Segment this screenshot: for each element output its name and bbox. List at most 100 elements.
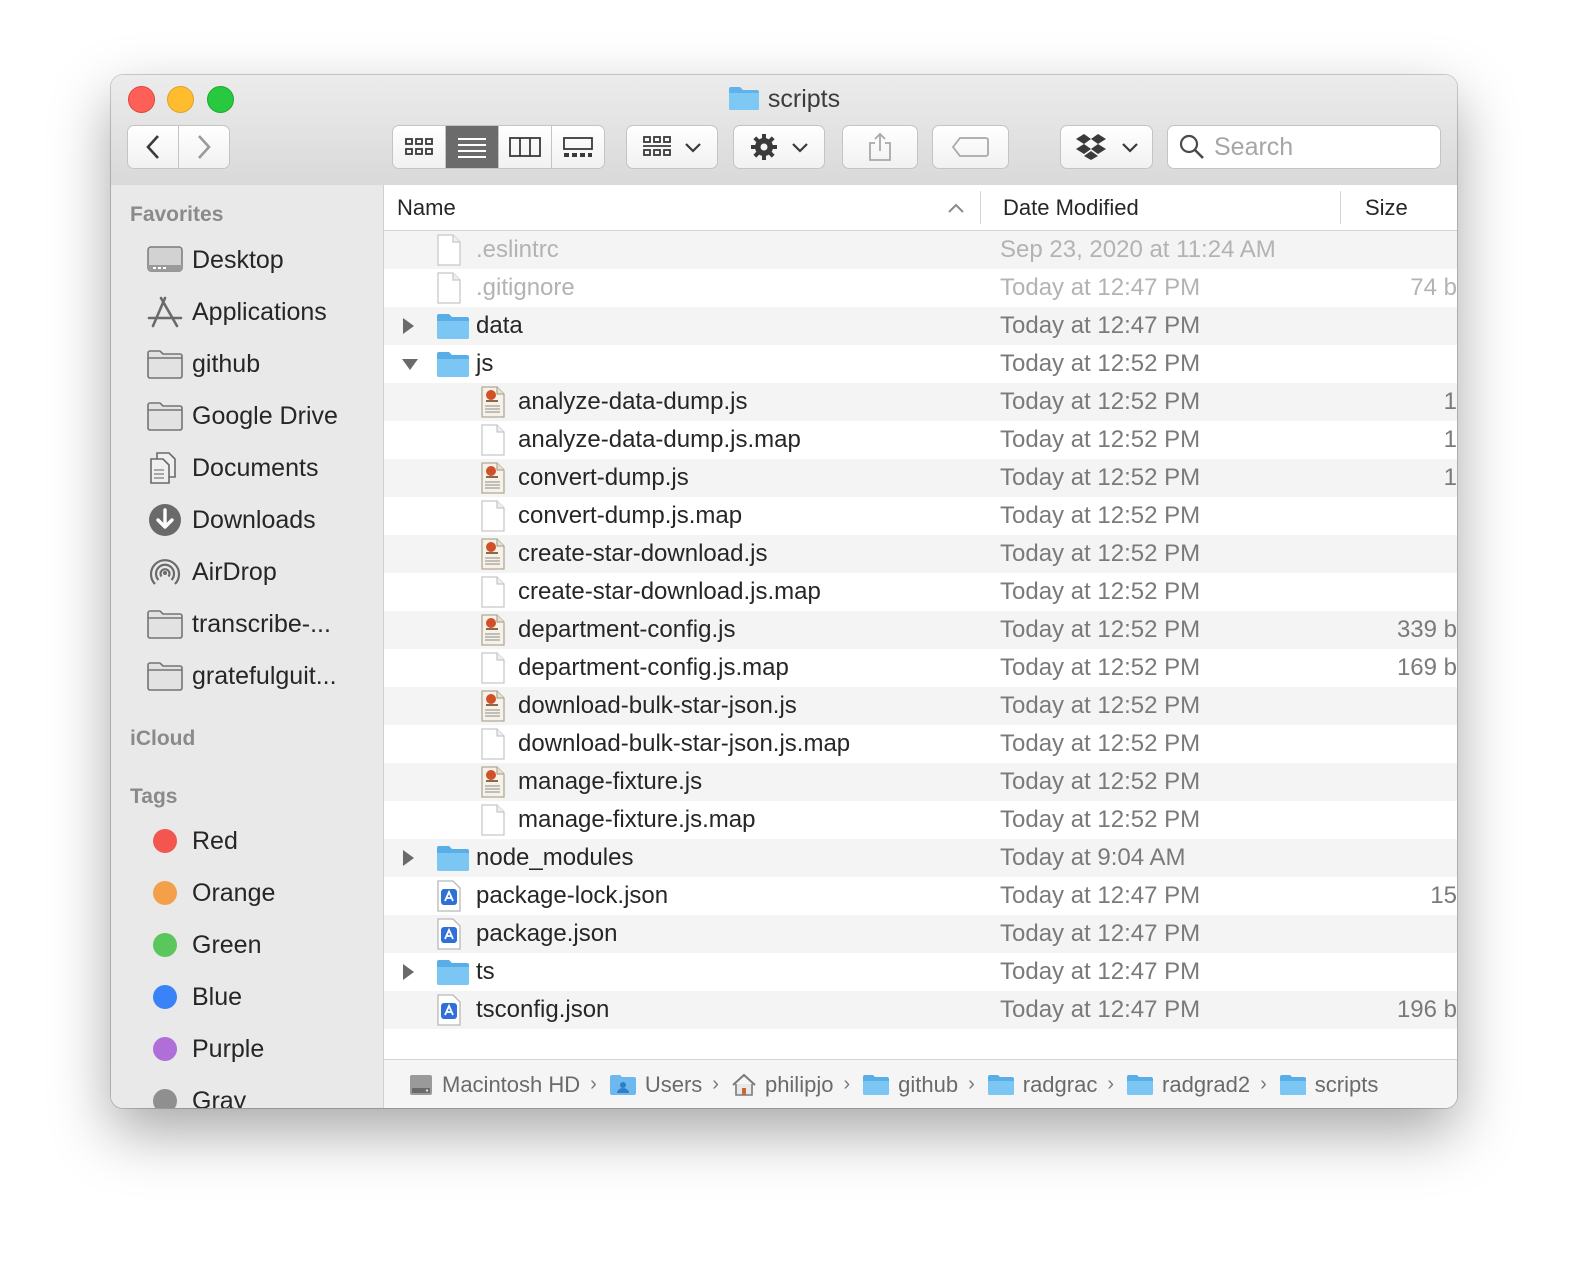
file-name: manage-fixture.js.map: [518, 806, 756, 833]
file-name: .eslintrc: [476, 236, 559, 263]
chevron-down-icon: [685, 143, 701, 153]
chevron-left-icon: [146, 135, 159, 159]
tags-button[interactable]: [932, 125, 1009, 169]
date-modified: Today at 12:52 PM: [1000, 806, 1201, 833]
breadcrumb-item[interactable]: radgrad2 ›: [1126, 1072, 1279, 1098]
date-modified: Today at 12:52 PM: [1000, 350, 1201, 377]
file-row[interactable]: .eslintrc Sep 23, 2020 at 11:24 AM: [384, 231, 1457, 269]
column-divider[interactable]: [1340, 191, 1341, 224]
date-modified: Today at 12:52 PM: [1000, 388, 1201, 415]
folder-row[interactable]: js Today at 12:52 PM: [384, 345, 1457, 383]
document-icon: [480, 576, 506, 608]
date-modified: Today at 12:52 PM: [1000, 578, 1201, 605]
sidebar-tag-blue[interactable]: Blue: [147, 977, 377, 1017]
breadcrumb-item[interactable]: github ›: [862, 1072, 987, 1098]
tag-dot-icon: [153, 1037, 177, 1061]
search-input[interactable]: [1212, 131, 1436, 163]
folder-icon: [147, 347, 185, 381]
group-by-button[interactable]: [626, 125, 718, 169]
file-row[interactable]: tsconfig.json Today at 12:47 PM 196 b: [384, 991, 1457, 1029]
file-row[interactable]: download-bulk-star-json.js Today at 12:52…: [384, 687, 1457, 725]
file-row[interactable]: .gitignore Today at 12:47 PM 74 b: [384, 269, 1457, 307]
file-row[interactable]: department-config.js.map Today at 12:52 P…: [384, 649, 1457, 687]
desktop-icon: [147, 243, 185, 277]
gallery-view-button[interactable]: [552, 126, 604, 168]
breadcrumb-label: scripts: [1314, 1071, 1379, 1097]
icon-view-button[interactable]: [393, 126, 446, 168]
chevron-right-icon: ›: [590, 1073, 597, 1095]
disclosure-collapsed-icon[interactable]: [401, 839, 415, 877]
column-view-button[interactable]: [499, 126, 552, 168]
sidebar-item-documents[interactable]: Documents: [147, 448, 377, 488]
sidebar-item-google-drive[interactable]: Google Drive: [147, 396, 377, 436]
file-row[interactable]: create-star-download.js.map Today at 12:5…: [384, 573, 1457, 611]
breadcrumb-label: radgrad2: [1162, 1071, 1251, 1097]
columns-icon: [509, 137, 541, 157]
sidebar-tag-purple[interactable]: Purple: [147, 1029, 377, 1069]
javascript-file-icon: [480, 386, 506, 418]
forward-button[interactable]: [179, 126, 229, 168]
list-view-button[interactable]: [446, 126, 499, 168]
file-row[interactable]: convert-dump.js.map Today at 12:52 PM: [384, 497, 1457, 535]
folder-row[interactable]: node_modules Today at 9:04 AM: [384, 839, 1457, 877]
breadcrumb-item[interactable]: scripts: [1279, 1071, 1379, 1098]
column-divider[interactable]: [980, 191, 981, 224]
breadcrumb-item[interactable]: Users ›: [609, 1072, 731, 1098]
file-row[interactable]: package-lock.json Today at 12:47 PM 15: [384, 877, 1457, 915]
disclosure-collapsed-icon[interactable]: [401, 307, 415, 345]
back-button[interactable]: [128, 126, 179, 168]
sidebar-item-transcribe[interactable]: transcribe-...: [147, 604, 377, 644]
file-row[interactable]: analyze-data-dump.js Today at 12:52 PM 1: [384, 383, 1457, 421]
sidebar-tag-red[interactable]: Red: [147, 821, 377, 861]
file-name: download-bulk-star-json.js.map: [518, 730, 851, 757]
share-button[interactable]: [842, 125, 918, 169]
sidebar-item-downloads[interactable]: Downloads: [147, 500, 377, 540]
disclosure-collapsed-icon[interactable]: [401, 953, 415, 991]
file-row[interactable]: convert-dump.js Today at 12:52 PM 1: [384, 459, 1457, 497]
size-column-header[interactable]: Size: [1365, 185, 1408, 230]
folder-icon: [436, 311, 470, 341]
sidebar-item-desktop[interactable]: Desktop: [147, 240, 377, 280]
file-size: 15: [1430, 882, 1457, 909]
chevron-right-icon: [198, 135, 211, 159]
file-row[interactable]: download-bulk-star-json.js.map Today at 1…: [384, 725, 1457, 763]
file-row[interactable]: package.json Today at 12:47 PM: [384, 915, 1457, 953]
breadcrumb-item[interactable]: Macintosh HD ›: [408, 1072, 609, 1098]
documents-icon: [147, 451, 185, 485]
tag-dot-icon: [153, 985, 177, 1009]
sidebar-item-airdrop[interactable]: AirDrop: [147, 552, 377, 592]
date-modified: Today at 12:52 PM: [1000, 654, 1201, 681]
file-size: 196 b: [1396, 996, 1457, 1023]
dropbox-button[interactable]: [1060, 125, 1153, 169]
chevron-right-icon: ›: [968, 1073, 975, 1095]
sidebar-tag-orange[interactable]: Orange: [147, 873, 377, 913]
document-icon: [480, 424, 506, 456]
icloud-header[interactable]: iCloud: [130, 727, 195, 751]
sidebar-item-applications[interactable]: Applications: [147, 292, 377, 332]
sidebar-tag-green[interactable]: Green: [147, 925, 377, 965]
action-menu-button[interactable]: [733, 125, 825, 169]
file-row[interactable]: department-config.js Today at 12:52 PM 339…: [384, 611, 1457, 649]
date-modified: Today at 12:47 PM: [1000, 996, 1201, 1023]
search-field[interactable]: [1167, 125, 1441, 169]
date-column-header[interactable]: Date Modified: [1003, 185, 1139, 230]
sidebar-item-github[interactable]: github: [147, 344, 377, 384]
date-modified: Today at 12:52 PM: [1000, 540, 1201, 567]
breadcrumb-item[interactable]: philipjo ›: [731, 1072, 862, 1098]
file-row[interactable]: create-star-download.js Today at 12:52 PM: [384, 535, 1457, 573]
document-icon: [480, 804, 506, 836]
sidebar-item-gratefulguit[interactable]: gratefulguit...: [147, 656, 377, 696]
name-column-header[interactable]: Name: [397, 185, 456, 230]
folder-row[interactable]: data Today at 12:47 PM: [384, 307, 1457, 345]
folder-row[interactable]: ts Today at 12:47 PM: [384, 953, 1457, 991]
file-row[interactable]: manage-fixture.js Today at 12:52 PM: [384, 763, 1457, 801]
titlebar: scripts: [111, 75, 1457, 186]
file-row[interactable]: analyze-data-dump.js.map Today at 12:52 P…: [384, 421, 1457, 459]
breadcrumb-item[interactable]: radgrac ›: [987, 1072, 1126, 1098]
breadcrumb-label: github: [898, 1071, 959, 1097]
file-name: node_modules: [476, 844, 634, 871]
file-row[interactable]: manage-fixture.js.map Today at 12:52 PM: [384, 801, 1457, 839]
disclosure-expanded-icon[interactable]: [401, 345, 419, 383]
sidebar-tag-gray[interactable]: Gray: [147, 1081, 377, 1108]
tags-header[interactable]: Tags: [130, 785, 177, 809]
